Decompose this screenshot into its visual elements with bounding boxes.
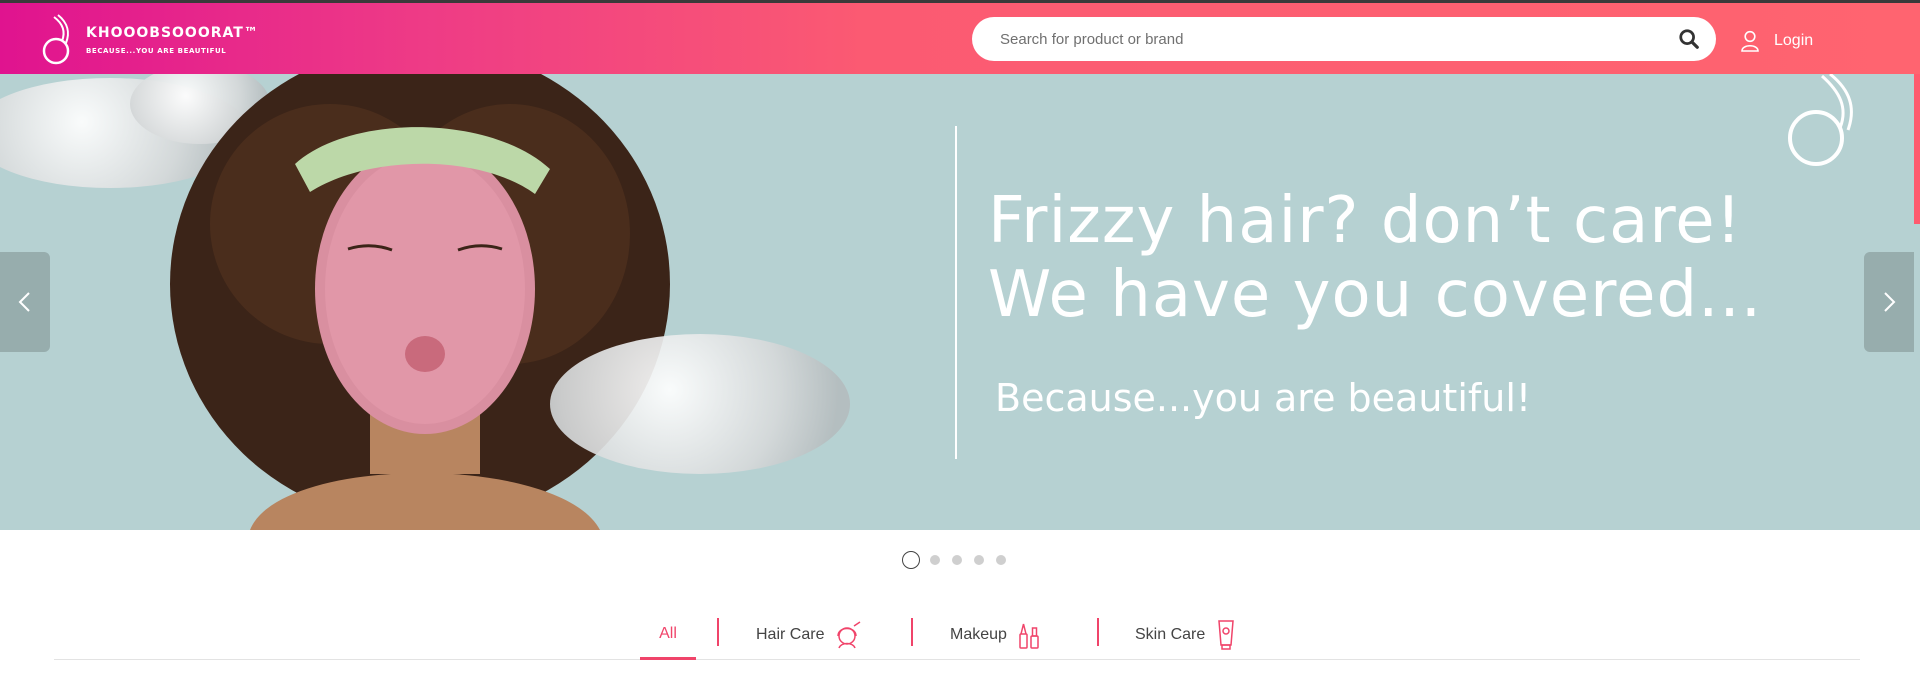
carousel-prev-button[interactable] (0, 252, 50, 352)
hero-title: Frizzy hair? don’t care! We have you cov… (988, 184, 1888, 332)
hero-divider (955, 126, 957, 459)
search-icon[interactable] (1678, 28, 1700, 50)
user-icon (1741, 30, 1759, 52)
carousel-dot-2[interactable] (930, 555, 940, 565)
search-bar (972, 17, 1716, 61)
tab-hair-care[interactable]: Hair Care (756, 610, 862, 660)
hero-subtitle: Because...you are beautiful! (995, 376, 1532, 420)
tab-label: Skin Care (1135, 626, 1206, 643)
scrollbar-thumb[interactable] (1914, 74, 1920, 224)
tab-label: Makeup (950, 626, 1007, 643)
carousel-dot-4[interactable] (974, 555, 984, 565)
site-header: KHOOOBSOOORAT™ BECAUSE...YOU ARE BEAUTIF… (0, 3, 1920, 74)
category-tabs: All Hair Care Makeup Skin Care (54, 610, 1860, 660)
login-button[interactable]: Login (1740, 27, 1813, 55)
logo-tagline: BECAUSE...YOU ARE BEAUTIFUL (86, 47, 227, 55)
tab-skin-care[interactable]: Skin Care (1135, 610, 1237, 660)
search-input[interactable] (1000, 17, 1640, 61)
tab-label: Hair Care (756, 626, 825, 643)
hero-title-line-2: We have you covered... (988, 258, 1763, 332)
logo-swirl-icon (42, 14, 70, 65)
cloud-decoration (550, 334, 850, 474)
tab-all[interactable]: All (640, 610, 696, 660)
tab-divider (717, 618, 719, 646)
chevron-right-icon (1884, 292, 1896, 312)
tab-label: All (659, 624, 677, 642)
carousel-dot-3[interactable] (952, 555, 962, 565)
tab-divider (911, 618, 913, 646)
skin-care-icon (1218, 620, 1235, 650)
tab-makeup[interactable]: Makeup (950, 610, 1041, 660)
login-label: Login (1774, 32, 1814, 49)
hair-care-icon (837, 621, 861, 649)
makeup-icon (1019, 623, 1039, 649)
hero-banner: Frizzy hair? don’t care! We have you cov… (0, 74, 1920, 530)
logo-text: KHOOOBSOOORAT™ (86, 25, 259, 41)
carousel-next-button[interactable] (1864, 252, 1914, 352)
brand-swirl-watermark-icon (1788, 74, 1853, 166)
carousel-dot-5[interactable] (996, 555, 1006, 565)
model-face-mask-image (170, 74, 670, 530)
chevron-left-icon (18, 292, 30, 312)
brand-logo[interactable]: KHOOOBSOOORAT™ BECAUSE...YOU ARE BEAUTIF… (40, 13, 260, 69)
hero-title-line-1: Frizzy hair? don’t care! (988, 184, 1743, 258)
carousel-indicators (902, 551, 1018, 569)
tab-divider (1097, 618, 1099, 646)
carousel-dot-1[interactable] (902, 551, 920, 569)
